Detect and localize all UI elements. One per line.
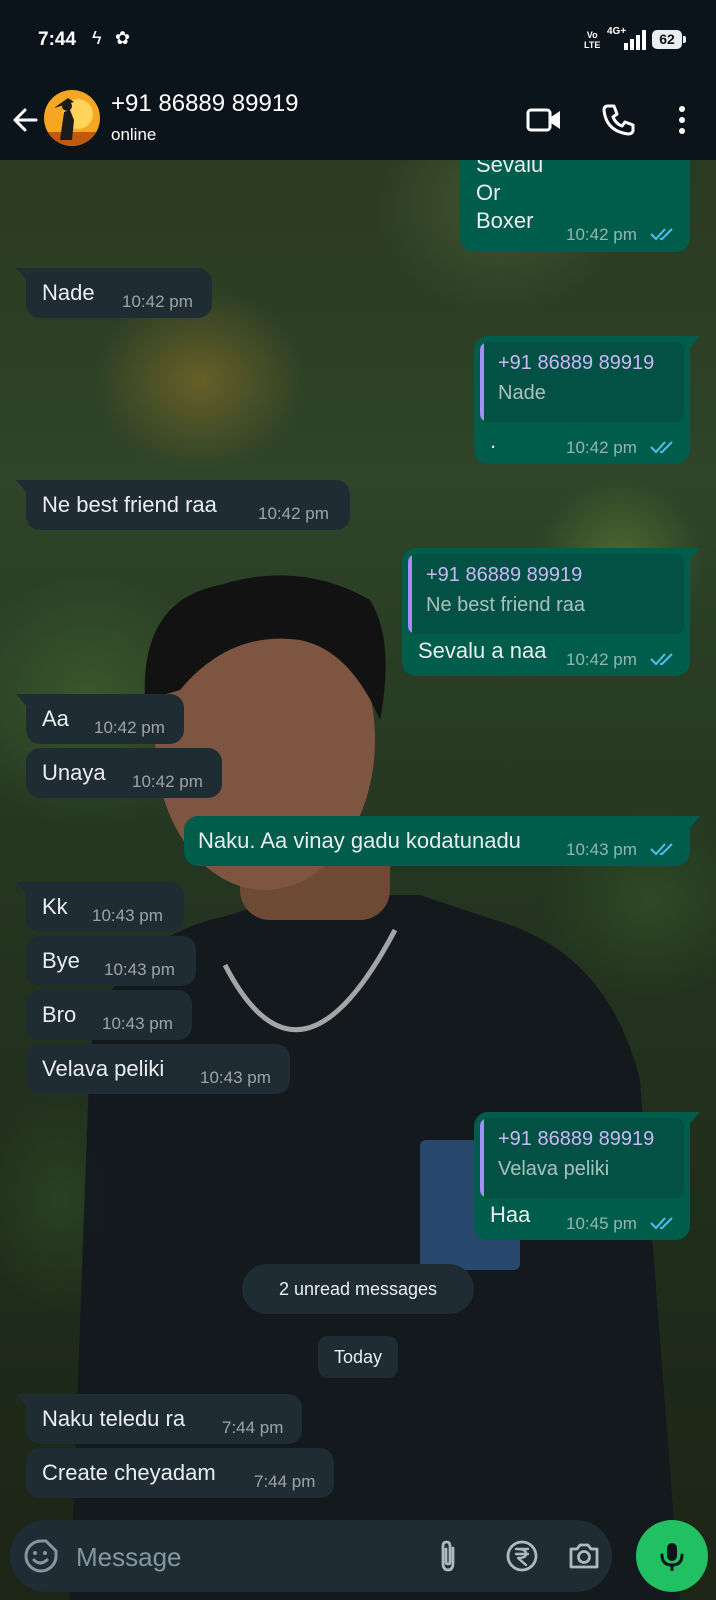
message-bubble-incoming[interactable]: Nade 10:42 pm — [16, 268, 212, 318]
message-text: Velava peliki — [42, 1056, 165, 1081]
quoted-sender: +91 86889 89919 — [498, 352, 655, 374]
double-tick-icon — [650, 1217, 673, 1230]
message-time: 10:42 pm — [566, 438, 637, 457]
message-bubble-incoming[interactable]: Naku teledu ra 7:44 pm — [16, 1394, 302, 1444]
message-bubble-incoming[interactable]: Create cheyadam 7:44 pm — [26, 1448, 334, 1498]
message-bubble-incoming[interactable]: Velava peliki 10:43 pm — [26, 1044, 290, 1094]
message-time: 7:44 pm — [254, 1472, 316, 1491]
double-tick-icon — [650, 843, 673, 856]
message-time: 10:42 pm — [566, 650, 637, 669]
message-text: Ne best friend raa — [42, 492, 217, 517]
mic-icon — [660, 1543, 684, 1571]
message-text: . — [490, 428, 497, 453]
double-tick-icon — [650, 228, 673, 241]
message-text: Nade — [42, 280, 95, 305]
message-bubble-outgoing[interactable]: Naku. Aa vinay gadu kodatunadu 10:43 pm — [184, 816, 700, 866]
quote-accent-bar — [480, 1118, 484, 1198]
voice-message-button[interactable] — [636, 1520, 708, 1592]
date-separator: Today — [318, 1336, 398, 1378]
message-text: Kk — [42, 894, 68, 919]
message-bubble-incoming[interactable]: Aa 10:42 pm — [16, 694, 184, 744]
message-bubble-incoming[interactable]: Kk 10:43 pm — [16, 882, 184, 932]
message-text: Haa — [490, 1202, 531, 1227]
chat-header-overlay: +91 86889 89919 online — [0, 80, 716, 160]
message-text: Naku. Aa vinay gadu kodatunadu — [198, 828, 521, 853]
more-options-icon[interactable] — [660, 98, 704, 142]
message-time: 10:42 pm — [566, 225, 637, 244]
unread-messages-badge: 2 unread messages — [242, 1264, 474, 1314]
message-time: 10:42 pm — [258, 504, 329, 523]
message-bubble-incoming[interactable]: Ne best friend raa 10:42 pm — [16, 480, 350, 530]
quoted-message[interactable]: +91 86889 89919 Nade — [480, 342, 684, 422]
signal-icon — [624, 30, 646, 50]
message-text: Unaya — [42, 760, 106, 785]
quoted-message[interactable]: +91 86889 89919 Velava peliki — [480, 1118, 684, 1198]
message-bubble-outgoing[interactable]: +91 86889 89919 Ne best friend raa Seval… — [402, 548, 700, 676]
message-text: Boxer — [476, 208, 534, 233]
message-input[interactable] — [74, 1530, 408, 1584]
message-time: 10:45 pm — [566, 1214, 637, 1233]
camera-icon[interactable] — [566, 1538, 602, 1574]
message-text: Bye — [42, 948, 80, 973]
quoted-sender: +91 86889 89919 — [426, 564, 583, 586]
message-time: 10:42 pm — [132, 772, 203, 791]
message-bubble-incoming[interactable]: Bye 10:43 pm — [26, 936, 196, 986]
message-time: 10:43 pm — [102, 1014, 173, 1033]
quoted-text: Nade — [498, 382, 546, 404]
message-text: Create cheyadam — [42, 1460, 216, 1485]
rupee-payment-icon[interactable] — [504, 1538, 540, 1574]
double-tick-icon — [650, 653, 673, 666]
quote-accent-bar — [480, 342, 484, 422]
message-time: 10:43 pm — [566, 840, 637, 859]
message-text: Naku teledu ra — [42, 1406, 186, 1431]
battery-icon: 62 — [652, 30, 686, 49]
message-time: 10:43 pm — [104, 960, 175, 979]
contact-name[interactable]: +91 86889 89919 — [111, 90, 299, 118]
message-time: 10:42 pm — [122, 292, 193, 311]
quoted-text: Velava peliki — [498, 1158, 610, 1180]
quoted-text: Ne best friend raa — [426, 594, 585, 616]
message-text: Or — [476, 180, 501, 205]
message-bubble-outgoing[interactable]: +91 86889 89919 Nade . 10:42 pm — [474, 336, 700, 464]
app-icon: ✿ — [115, 28, 131, 48]
double-tick-icon — [650, 441, 673, 454]
message-bubble-outgoing[interactable]: +91 86889 89919 Velava peliki Haa 10:45 … — [474, 1112, 700, 1240]
back-arrow-icon[interactable] — [8, 98, 44, 142]
message-text: Sevalu a naa — [418, 638, 547, 663]
message-time: 7:44 pm — [222, 1418, 284, 1437]
contact-status: online — [111, 125, 157, 144]
message-time: 10:43 pm — [92, 906, 163, 925]
volte-indicator: Vo LTE — [584, 30, 601, 50]
status-bar: 7:44 ϟ ✿ Vo LTE 4G+ 62 — [0, 0, 716, 80]
quoted-sender: +91 86889 89919 — [498, 1128, 655, 1150]
message-text: Aa — [42, 706, 69, 731]
status-time: 7:44 — [38, 29, 77, 50]
message-time: 10:43 pm — [200, 1068, 271, 1087]
attach-icon[interactable] — [430, 1538, 466, 1574]
message-time: 10:42 pm — [94, 718, 165, 737]
message-text: Bro — [42, 1002, 77, 1027]
message-composer — [10, 1520, 612, 1592]
video-call-icon[interactable] — [522, 98, 566, 142]
phone-icon[interactable] — [596, 98, 640, 142]
avatar[interactable] — [44, 90, 100, 146]
message-bubble-incoming[interactable]: Bro 10:43 pm — [26, 990, 192, 1040]
quote-accent-bar — [408, 554, 412, 634]
message-bubble-incoming[interactable]: Unaya 10:42 pm — [26, 748, 222, 798]
quoted-message[interactable]: +91 86889 89919 Ne best friend raa — [408, 554, 684, 634]
flash-icon: ϟ — [92, 28, 102, 48]
emoji-sticker-icon[interactable] — [23, 1538, 59, 1574]
